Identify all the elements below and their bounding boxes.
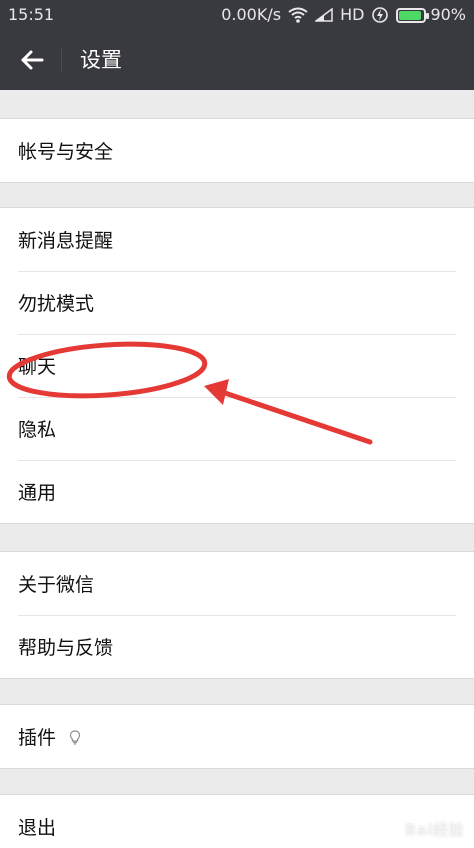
- settings-item-label: 新消息提醒: [18, 230, 114, 252]
- page-title: 设置: [80, 48, 122, 72]
- status-time: 15:51: [8, 5, 55, 24]
- settings-item-label: 帐号与安全: [18, 141, 114, 163]
- settings-item-help-feedback[interactable]: 帮助与反馈: [0, 615, 474, 678]
- settings-group-plugins: 插件: [0, 704, 474, 769]
- settings-item-log-out[interactable]: 退出: [0, 795, 474, 848]
- app-bar: 设置: [0, 30, 474, 90]
- wifi-icon: [288, 7, 308, 23]
- signal-icon: [315, 8, 333, 22]
- lightbulb-icon: [66, 728, 84, 746]
- status-icons: 0.00K/s HD 90%: [221, 0, 466, 30]
- app-bar-divider: [61, 48, 62, 72]
- status-bar: 15:51 0.00K/s HD 90%: [0, 0, 474, 30]
- settings-item-plugins[interactable]: 插件: [0, 705, 474, 768]
- settings-item-label: 通用: [18, 482, 57, 504]
- battery-fill: [399, 10, 422, 20]
- settings-item-do-not-disturb[interactable]: 勿扰模式: [0, 271, 474, 334]
- settings-item-new-message-alerts[interactable]: 新消息提醒: [0, 208, 474, 271]
- settings-item-label: 插件: [18, 727, 57, 749]
- settings-group-about: 关于微信 帮助与反馈: [0, 551, 474, 679]
- battery-indicator: 90%: [396, 0, 466, 30]
- settings-item-general[interactable]: 通用: [0, 460, 474, 523]
- settings-item-about-wechat[interactable]: 关于微信: [0, 552, 474, 615]
- settings-item-label: 退出: [18, 817, 57, 839]
- back-button[interactable]: [16, 44, 48, 76]
- arrow-left-icon: [21, 50, 44, 70]
- settings-group-main: 新消息提醒 勿扰模式 聊天 隐私 通用: [0, 207, 474, 524]
- settings-item-account-security[interactable]: 帐号与安全: [0, 119, 474, 182]
- settings-item-label: 隐私: [18, 419, 57, 441]
- hd-label: HD: [340, 5, 365, 24]
- battery-percent: 90%: [430, 5, 466, 24]
- wechat-settings-screen: 15:51 0.00K/s HD 90% 设置 帐号与安全 新消息提醒 勿扰模式…: [0, 0, 474, 848]
- network-speed: 0.00K/s: [221, 5, 282, 24]
- settings-item-chat[interactable]: 聊天: [0, 334, 474, 397]
- settings-group-logout: 退出: [0, 794, 474, 848]
- settings-group-account: 帐号与安全: [0, 118, 474, 183]
- settings-item-label: 关于微信: [18, 574, 95, 596]
- settings-item-label: 帮助与反馈: [18, 637, 114, 659]
- settings-item-label: 勿扰模式: [18, 293, 95, 315]
- battery-icon: [396, 7, 430, 23]
- watermark: Bai经验: [404, 821, 464, 839]
- data-saver-icon: [372, 7, 389, 23]
- settings-item-privacy[interactable]: 隐私: [0, 397, 474, 460]
- settings-item-label: 聊天: [18, 356, 57, 378]
